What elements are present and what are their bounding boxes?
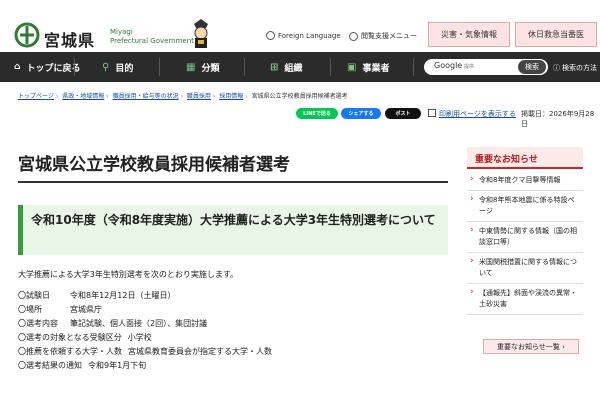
search-icon: ⚲ <box>102 61 110 73</box>
nav-divider <box>413 58 414 76</box>
nav-purpose[interactable]: ⚲ 目的 <box>102 52 133 82</box>
printer-icon <box>428 109 436 117</box>
breadcrumb-link[interactable]: 職員採用・給与等の状況 <box>113 93 179 100</box>
print-page-link[interactable]: 印刷用ページを表示する <box>439 109 516 119</box>
home-icon: ⌂ <box>14 62 21 72</box>
exam-details-list: 〇試験日 令和8年12月12日（土曜日） 〇場所 宮城県庁 〇選考内容 筆記試験、個人… <box>18 289 448 373</box>
notice-link[interactable]: 【通報先】斜面や渓流の異常・土砂災害 <box>467 284 583 315</box>
breadcrumb-link[interactable]: トップページ <box>18 93 54 100</box>
nav-divider <box>330 58 331 76</box>
page-title: 宮城県公立学校教員採用候補者選考 <box>18 155 290 175</box>
x-post-button[interactable]: ポスト <box>385 108 421 119</box>
facebook-share-button[interactable]: シェアする <box>341 108 381 119</box>
important-notice-header: 重要なお知らせ <box>467 147 583 167</box>
mascot-icon <box>194 19 208 48</box>
logo-title[interactable]: 宮城県 <box>44 27 95 51</box>
info-icon: ⓘ <box>553 64 560 72</box>
logo-en-line1: Miyagi <box>110 28 133 36</box>
notice-link[interactable]: 令和8年熊本地震に係る特設ページ <box>467 191 583 222</box>
search-engine-label: Google <box>434 61 463 70</box>
grid-icon: ▦ <box>186 61 196 73</box>
breadcrumb: トップページ › 県政・地域情報 › 職員採用・給与等の状況 › 職員採用 › 採用情報… <box>18 93 348 100</box>
breadcrumb-link[interactable]: 採用情報 <box>219 93 243 100</box>
accessibility-menu-link[interactable]: 閲覧支援メニュー <box>349 31 417 41</box>
briefcase-icon: ▣ <box>347 61 357 73</box>
nav-category[interactable]: ▦ 分類 <box>186 52 219 82</box>
miyagi-logo-icon[interactable] <box>14 22 40 48</box>
list-item: 〇選考の対象となる受験区分 小学校 <box>18 333 152 342</box>
search-provider-label: 提供 <box>464 64 475 70</box>
gear-icon <box>349 31 358 41</box>
list-item: 〇推薦を依頼する大学・人数 宮城県教育委員会が指定する大学・人数 <box>18 347 272 356</box>
list-item: 〇試験日 令和8年12月12日（土曜日） <box>18 291 176 300</box>
important-notice-title: 重要なお知らせ <box>475 155 538 165</box>
notice-link[interactable]: 米国関税措置に関する情報について <box>467 253 583 284</box>
title-divider <box>18 181 448 183</box>
nav-business[interactable]: ▣ 事業者 <box>347 52 389 82</box>
important-notice-list: 令和8年度クマ目撃等情報 令和8年熊本地震に係る特設ページ 中東情勢に関する情報… <box>467 171 583 315</box>
nav-divider <box>244 58 245 76</box>
notice-link[interactable]: 中東情勢に関する情報（国の相談窓口等） <box>467 222 583 253</box>
nav-organization[interactable]: ⊞ 組織 <box>270 52 302 82</box>
org-chart-icon: ⊞ <box>270 61 279 73</box>
line-share-button[interactable]: LINEで送る <box>296 108 338 119</box>
list-item: 〇選考内容 筆記試験、個人面接（2回）、集団討議 <box>18 319 208 328</box>
search-button[interactable]: 検索 <box>518 60 546 74</box>
intro-text: 大学推薦による大学3年生特別選考を次のとおり実施します。 <box>18 270 239 279</box>
section-heading: 令和10年度（令和8年度実施）大学推薦による大学3年生特別選考について <box>31 213 436 227</box>
notice-list-button[interactable]: 重要なお知らせ一覧 › <box>483 339 579 354</box>
published-date: 掲載日：2026年9月28日 <box>521 110 595 128</box>
breadcrumb-current: 宮城県公立学校教員採用候補者選考 <box>251 93 348 100</box>
breadcrumb-link[interactable]: 県政・地域情報 <box>62 93 104 100</box>
disaster-info-button[interactable]: 災害・気象情報 <box>428 22 510 47</box>
notice-link[interactable]: 令和8年度クマ目撃等情報 <box>467 171 583 191</box>
nav-back-top[interactable]: ⌂ トップに戻る <box>14 52 80 82</box>
list-item: 〇場所 宮城県庁 <box>18 305 102 314</box>
foreign-language-link[interactable]: Foreign Language <box>266 31 341 40</box>
logo-en-line2: Prefectural Government <box>110 37 194 45</box>
nav-divider <box>159 58 160 76</box>
holiday-doctor-button[interactable]: 休日救急当番医 <box>515 22 597 47</box>
nav-divider <box>74 58 75 76</box>
section-heading-box: 令和10年度（令和8年度実施）大学推薦による大学3年生特別選考について <box>18 205 448 255</box>
list-item: 〇選考結果の通知 令和9年1月下旬 <box>18 361 147 370</box>
how-to-search-link[interactable]: ⓘ 検索の方法 <box>553 63 597 73</box>
globe-icon <box>266 31 275 40</box>
breadcrumb-link[interactable]: 職員採用 <box>187 93 211 100</box>
important-notice-divider <box>467 167 583 169</box>
site-header: 宮城県 Miyagi Prefectural Government Foreig… <box>0 0 600 52</box>
